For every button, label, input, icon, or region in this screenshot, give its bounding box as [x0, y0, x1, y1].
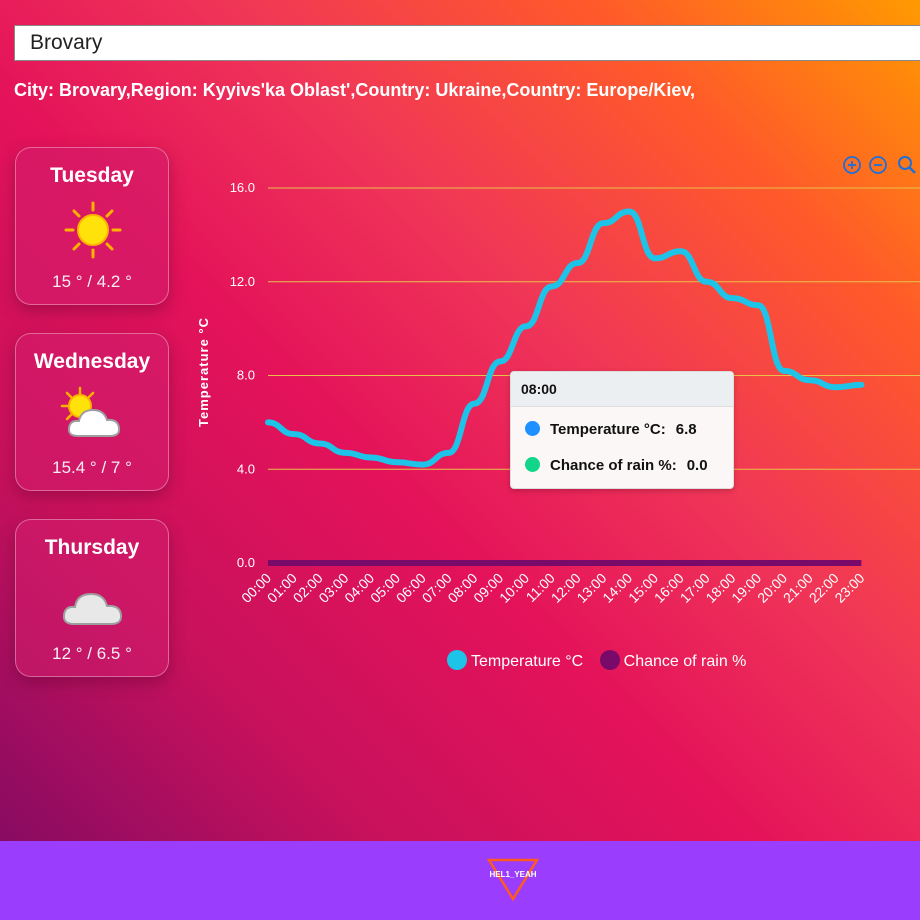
- data-point-temperature[interactable]: [730, 296, 734, 300]
- legend-item-rain[interactable]: Chance of rain %: [599, 650, 747, 671]
- tooltip-value: 0.0: [686, 457, 708, 474]
- tooltip-row-rain: Chance of rain %: 0.0: [525, 456, 708, 476]
- day-temps: 12 ° / 6.5 °: [52, 644, 132, 663]
- data-point-temperature[interactable]: [498, 359, 502, 363]
- forecast-card-wednesday[interactable]: Wednesday 15.4 ° / 7 °: [15, 333, 169, 491]
- sun-icon: [58, 200, 128, 260]
- location-info: City: Brovary,Region: Kyyivs'ka Oblast',…: [14, 80, 696, 100]
- tooltip-title: 08:00: [511, 372, 733, 407]
- data-point-temperature[interactable]: [756, 303, 760, 307]
- cloud-icon: [58, 572, 128, 632]
- chart-tooltip: 08:00 Temperature °C: 6.8 Chance of rain …: [510, 371, 734, 489]
- tooltip-label: Temperature °C:: [550, 421, 666, 438]
- tooltip-label: Chance of rain %:: [550, 457, 677, 474]
- day-temps: 15 ° / 4.2 °: [52, 272, 132, 291]
- data-point-temperature[interactable]: [421, 463, 425, 467]
- data-point-temperature[interactable]: [601, 221, 605, 225]
- data-point-temperature[interactable]: [705, 280, 709, 284]
- y-tick-label: 12.0: [230, 274, 255, 289]
- day-name: Thursday: [44, 536, 140, 559]
- y-tick-label: 16.0: [230, 180, 255, 195]
- day-name: Tuesday: [50, 164, 134, 187]
- data-point-temperature[interactable]: [395, 460, 399, 464]
- forecast-card-tuesday[interactable]: Tuesday 15 ° / 4.2 °: [15, 147, 169, 305]
- day-temps: 15.4 ° / 7 °: [52, 458, 132, 477]
- search-input[interactable]: [14, 25, 920, 61]
- legend-dot: [599, 650, 620, 670]
- y-axis-label: Temperature °C: [196, 317, 211, 427]
- legend-dot: [447, 650, 467, 670]
- data-point-temperature[interactable]: [653, 256, 657, 260]
- footer: HEL1_YEAH: [0, 841, 920, 920]
- data-point-temperature[interactable]: [447, 451, 451, 455]
- data-point-temperature[interactable]: [550, 284, 554, 288]
- tooltip-value: 6.8: [675, 421, 697, 438]
- tooltip-row-temperature: Temperature °C: 6.8: [525, 420, 697, 440]
- data-point-temperature[interactable]: [292, 432, 296, 436]
- data-point-temperature[interactable]: [343, 451, 347, 455]
- y-tick-label: 4.0: [237, 461, 255, 476]
- x-tick-label: 23:00: [831, 570, 867, 606]
- data-point-temperature[interactable]: [576, 261, 580, 265]
- legend-item-temperature[interactable]: Temperature °C: [447, 650, 583, 671]
- data-point-temperature[interactable]: [472, 402, 476, 406]
- data-point-temperature[interactable]: [679, 249, 683, 253]
- data-point-temperature[interactable]: [782, 369, 786, 373]
- data-point-temperature[interactable]: [524, 324, 528, 328]
- tooltip-dot: [525, 421, 540, 436]
- tooltip-dot: [525, 457, 540, 472]
- legend-label: Chance of rain %: [623, 653, 747, 670]
- data-point-temperature[interactable]: [318, 441, 322, 445]
- logo-text: HEL1_YEAH: [489, 870, 536, 879]
- day-name: Wednesday: [33, 350, 151, 373]
- partly-cloudy-icon: [58, 386, 128, 446]
- chart-legend: Temperature °C Chance of rain %: [447, 650, 758, 672]
- x-tick-label: 10:00: [496, 570, 532, 606]
- data-point-temperature[interactable]: [266, 420, 270, 424]
- data-point-temperature[interactable]: [834, 385, 838, 389]
- data-point-temperature[interactable]: [627, 209, 631, 213]
- data-point-temperature[interactable]: [369, 456, 373, 460]
- brand-logo[interactable]: HEL1_YEAH: [485, 857, 541, 903]
- y-tick-label: 0.0: [237, 555, 255, 570]
- forecast-card-thursday[interactable]: Thursday 12 ° / 6.5 °: [15, 519, 169, 677]
- data-point-temperature[interactable]: [808, 378, 812, 382]
- data-point-temperature[interactable]: [859, 383, 863, 387]
- legend-label: Temperature °C: [471, 653, 584, 670]
- y-tick-label: 8.0: [237, 368, 255, 383]
